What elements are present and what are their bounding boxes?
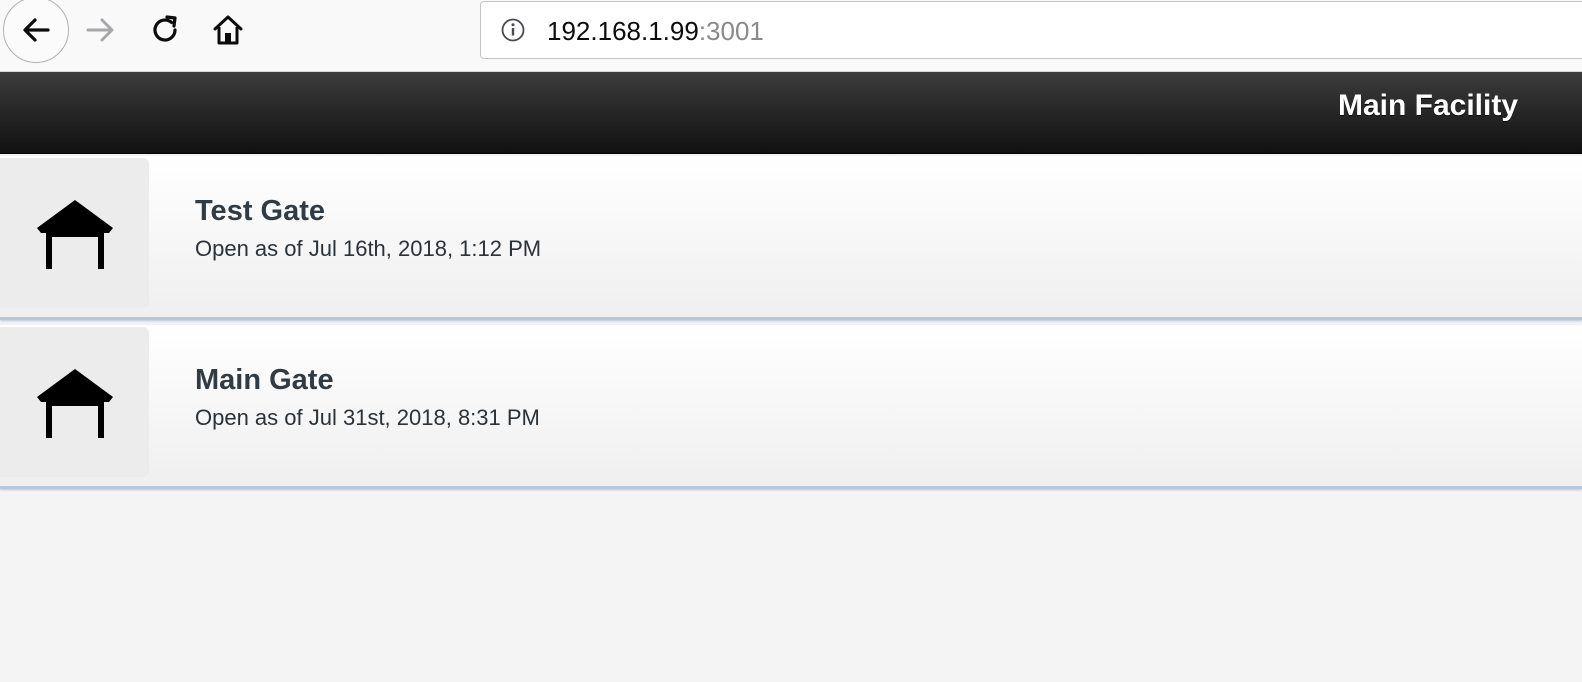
- gate-list-item[interactable]: Main Gate Open as of Jul 31st, 2018, 8:3…: [0, 325, 1582, 489]
- app-header: Main Facility: [0, 72, 1582, 154]
- url-text[interactable]: 192.168.1.99:3001: [547, 16, 764, 46]
- gate-icon: [36, 369, 113, 438]
- gate-thumbnail: [0, 158, 149, 308]
- gate-list: Test Gate Open as of Jul 16th, 2018, 1:1…: [0, 156, 1582, 494]
- home-button[interactable]: [211, 13, 245, 47]
- back-button[interactable]: [3, 0, 69, 63]
- home-icon: [213, 15, 243, 45]
- forward-arrow-icon: [86, 18, 114, 42]
- url-bar[interactable]: 192.168.1.99:3001: [480, 1, 1582, 59]
- gate-icon: [36, 200, 113, 269]
- page-title: Main Facility: [1337, 89, 1518, 122]
- info-icon[interactable]: [501, 18, 525, 42]
- browser-toolbar: 192.168.1.99:3001: [0, 0, 1582, 72]
- gate-status: Open as of Jul 31st, 2018, 8:31 PM: [195, 405, 540, 430]
- reload-button[interactable]: [148, 13, 182, 47]
- forward-button[interactable]: [84, 13, 118, 47]
- gate-thumbnail: [0, 327, 149, 477]
- back-arrow-icon: [23, 18, 50, 42]
- gate-status: Open as of Jul 16th, 2018, 1:12 PM: [195, 236, 542, 261]
- url-host: 192.168.1.99: [547, 16, 699, 46]
- gate-list-item[interactable]: Test Gate Open as of Jul 16th, 2018, 1:1…: [0, 156, 1582, 320]
- reload-icon: [153, 15, 177, 42]
- gate-name: Test Gate: [195, 195, 326, 227]
- gate-name: Main Gate: [195, 364, 334, 396]
- url-port: :3001: [698, 16, 764, 46]
